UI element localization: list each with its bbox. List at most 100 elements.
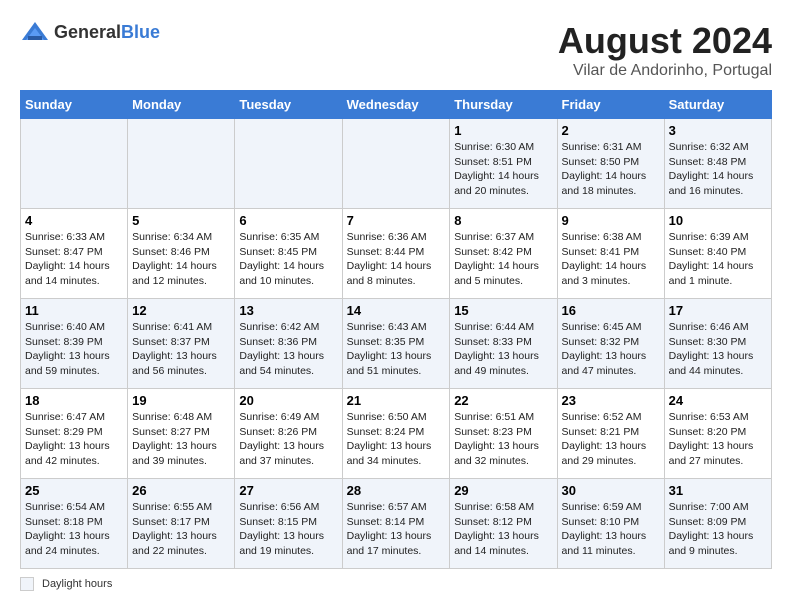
calendar-week-row: 1 Sunrise: 6:30 AMSunset: 8:51 PMDaylight… bbox=[21, 119, 772, 209]
page-header: GeneralBlue August 2024 Vilar de Andorin… bbox=[20, 20, 772, 80]
calendar-day-cell: 27 Sunrise: 6:56 AMSunset: 8:15 PMDayligh… bbox=[235, 479, 342, 569]
calendar-day-cell: 7Sunrise: 6:36 AMSunset: 8:44 PMDaylight… bbox=[342, 209, 450, 299]
calendar-day-cell: 31Sunrise: 7:00 AMSunset: 8:09 PMDayligh… bbox=[664, 479, 771, 569]
day-info: Sunrise: 6:41 AMSunset: 8:37 PMDaylight:… bbox=[132, 320, 230, 379]
calendar-day-cell: 21 Sunrise: 6:50 AMSunset: 8:24 PMDayligh… bbox=[342, 389, 450, 479]
calendar-day-cell: 17 Sunrise: 6:46 AMSunset: 8:30 PMDayligh… bbox=[664, 299, 771, 389]
day-number: 30 bbox=[562, 483, 660, 498]
day-number: 20 bbox=[239, 393, 337, 408]
day-number: 22 bbox=[454, 393, 552, 408]
day-info: Sunrise: 6:55 AMSunset: 8:17 PMDaylight:… bbox=[132, 500, 230, 559]
calendar-day-cell: 13 Sunrise: 6:42 AMSunset: 8:36 PMDayligh… bbox=[235, 299, 342, 389]
calendar-day-cell: 19 Sunrise: 6:48 AMSunset: 8:27 PMDayligh… bbox=[128, 389, 235, 479]
day-of-week-header: Wednesday bbox=[342, 91, 450, 119]
day-number: 26 bbox=[132, 483, 230, 498]
day-of-week-header: Tuesday bbox=[235, 91, 342, 119]
legend-box bbox=[20, 577, 34, 591]
day-number: 3 bbox=[669, 123, 767, 138]
calendar-day-cell: 16Sunrise: 6:45 AMSunset: 8:32 PMDayligh… bbox=[557, 299, 664, 389]
legend: Daylight hours bbox=[20, 577, 772, 591]
day-number: 19 bbox=[132, 393, 230, 408]
day-info: Sunrise: 6:39 AMSunset: 8:40 PMDaylight:… bbox=[669, 230, 767, 289]
day-number: 17 bbox=[669, 303, 767, 318]
calendar-day-cell: 4 Sunrise: 6:33 AMSunset: 8:47 PMDaylight… bbox=[21, 209, 128, 299]
calendar-week-row: 18Sunrise: 6:47 AMSunset: 8:29 PMDayligh… bbox=[21, 389, 772, 479]
day-info: Sunrise: 6:56 AMSunset: 8:15 PMDaylight:… bbox=[239, 500, 337, 559]
day-number: 28 bbox=[347, 483, 446, 498]
day-number: 21 bbox=[347, 393, 446, 408]
day-info: Sunrise: 6:48 AMSunset: 8:27 PMDaylight:… bbox=[132, 410, 230, 469]
day-number: 2 bbox=[562, 123, 660, 138]
title-section: August 2024 Vilar de Andorinho, Portugal bbox=[558, 20, 772, 80]
logo-blue: Blue bbox=[121, 22, 160, 42]
day-number: 10 bbox=[669, 213, 767, 228]
day-number: 1 bbox=[454, 123, 552, 138]
calendar-day-cell: 6Sunrise: 6:35 AMSunset: 8:45 PMDaylight… bbox=[235, 209, 342, 299]
day-number: 4 bbox=[25, 213, 123, 228]
day-info: Sunrise: 6:54 AMSunset: 8:18 PMDaylight:… bbox=[25, 500, 123, 559]
month-year: August 2024 bbox=[558, 20, 772, 62]
calendar-day-cell bbox=[235, 119, 342, 209]
day-number: 8 bbox=[454, 213, 552, 228]
day-info: Sunrise: 6:38 AMSunset: 8:41 PMDaylight:… bbox=[562, 230, 660, 289]
day-number: 15 bbox=[454, 303, 552, 318]
day-number: 18 bbox=[25, 393, 123, 408]
day-of-week-header: Sunday bbox=[21, 91, 128, 119]
calendar-day-cell bbox=[21, 119, 128, 209]
logo: GeneralBlue bbox=[20, 20, 160, 44]
day-number: 6 bbox=[239, 213, 337, 228]
day-info: Sunrise: 6:30 AMSunset: 8:51 PMDaylight:… bbox=[454, 140, 552, 199]
calendar-day-cell: 5 Sunrise: 6:34 AMSunset: 8:46 PMDaylight… bbox=[128, 209, 235, 299]
location: Vilar de Andorinho, Portugal bbox=[558, 62, 772, 80]
day-number: 7 bbox=[347, 213, 446, 228]
calendar-day-cell: 3 Sunrise: 6:32 AMSunset: 8:48 PMDaylight… bbox=[664, 119, 771, 209]
day-of-week-header: Monday bbox=[128, 91, 235, 119]
calendar-day-cell: 15 Sunrise: 6:44 AMSunset: 8:33 PMDayligh… bbox=[450, 299, 557, 389]
day-info: Sunrise: 6:51 AMSunset: 8:23 PMDaylight:… bbox=[454, 410, 552, 469]
day-info: Sunrise: 6:49 AMSunset: 8:26 PMDaylight:… bbox=[239, 410, 337, 469]
calendar-day-cell: 2Sunrise: 6:31 AMSunset: 8:50 PMDaylight… bbox=[557, 119, 664, 209]
calendar-day-cell: 12 Sunrise: 6:41 AMSunset: 8:37 PMDayligh… bbox=[128, 299, 235, 389]
day-of-week-header: Thursday bbox=[450, 91, 557, 119]
logo-icon bbox=[20, 20, 50, 44]
calendar-day-cell: 10 Sunrise: 6:39 AMSunset: 8:40 PMDayligh… bbox=[664, 209, 771, 299]
logo-general: General bbox=[54, 22, 121, 42]
calendar-header-row: SundayMondayTuesdayWednesdayThursdayFrid… bbox=[21, 91, 772, 119]
day-number: 29 bbox=[454, 483, 552, 498]
day-info: Sunrise: 6:42 AMSunset: 8:36 PMDaylight:… bbox=[239, 320, 337, 379]
calendar-day-cell: 11Sunrise: 6:40 AMSunset: 8:39 PMDayligh… bbox=[21, 299, 128, 389]
day-info: Sunrise: 6:46 AMSunset: 8:30 PMDaylight:… bbox=[669, 320, 767, 379]
day-number: 11 bbox=[25, 303, 123, 318]
day-number: 25 bbox=[25, 483, 123, 498]
day-info: Sunrise: 6:58 AMSunset: 8:12 PMDaylight:… bbox=[454, 500, 552, 559]
day-info: Sunrise: 6:53 AMSunset: 8:20 PMDaylight:… bbox=[669, 410, 767, 469]
day-info: Sunrise: 6:33 AMSunset: 8:47 PMDaylight:… bbox=[25, 230, 123, 289]
day-number: 13 bbox=[239, 303, 337, 318]
calendar-week-row: 4 Sunrise: 6:33 AMSunset: 8:47 PMDaylight… bbox=[21, 209, 772, 299]
day-info: Sunrise: 6:34 AMSunset: 8:46 PMDaylight:… bbox=[132, 230, 230, 289]
day-of-week-header: Saturday bbox=[664, 91, 771, 119]
day-info: Sunrise: 7:00 AMSunset: 8:09 PMDaylight:… bbox=[669, 500, 767, 559]
day-number: 14 bbox=[347, 303, 446, 318]
day-number: 12 bbox=[132, 303, 230, 318]
calendar-day-cell: 30 Sunrise: 6:59 AMSunset: 8:10 PMDayligh… bbox=[557, 479, 664, 569]
calendar-day-cell bbox=[128, 119, 235, 209]
calendar-day-cell: 28 Sunrise: 6:57 AMSunset: 8:14 PMDayligh… bbox=[342, 479, 450, 569]
calendar-day-cell: 26 Sunrise: 6:55 AMSunset: 8:17 PMDayligh… bbox=[128, 479, 235, 569]
day-info: Sunrise: 6:50 AMSunset: 8:24 PMDaylight:… bbox=[347, 410, 446, 469]
calendar-week-row: 11Sunrise: 6:40 AMSunset: 8:39 PMDayligh… bbox=[21, 299, 772, 389]
day-number: 27 bbox=[239, 483, 337, 498]
day-number: 23 bbox=[562, 393, 660, 408]
day-info: Sunrise: 6:57 AMSunset: 8:14 PMDaylight:… bbox=[347, 500, 446, 559]
calendar-day-cell: 20 Sunrise: 6:49 AMSunset: 8:26 PMDayligh… bbox=[235, 389, 342, 479]
calendar-day-cell: 18Sunrise: 6:47 AMSunset: 8:29 PMDayligh… bbox=[21, 389, 128, 479]
calendar-day-cell bbox=[342, 119, 450, 209]
day-info: Sunrise: 6:52 AMSunset: 8:21 PMDaylight:… bbox=[562, 410, 660, 469]
day-info: Sunrise: 6:45 AMSunset: 8:32 PMDaylight:… bbox=[562, 320, 660, 379]
calendar-day-cell: 14Sunrise: 6:43 AMSunset: 8:35 PMDayligh… bbox=[342, 299, 450, 389]
day-info: Sunrise: 6:59 AMSunset: 8:10 PMDaylight:… bbox=[562, 500, 660, 559]
calendar-day-cell: 8Sunrise: 6:37 AMSunset: 8:42 PMDaylight… bbox=[450, 209, 557, 299]
day-info: Sunrise: 6:44 AMSunset: 8:33 PMDaylight:… bbox=[454, 320, 552, 379]
day-info: Sunrise: 6:32 AMSunset: 8:48 PMDaylight:… bbox=[669, 140, 767, 199]
day-number: 5 bbox=[132, 213, 230, 228]
